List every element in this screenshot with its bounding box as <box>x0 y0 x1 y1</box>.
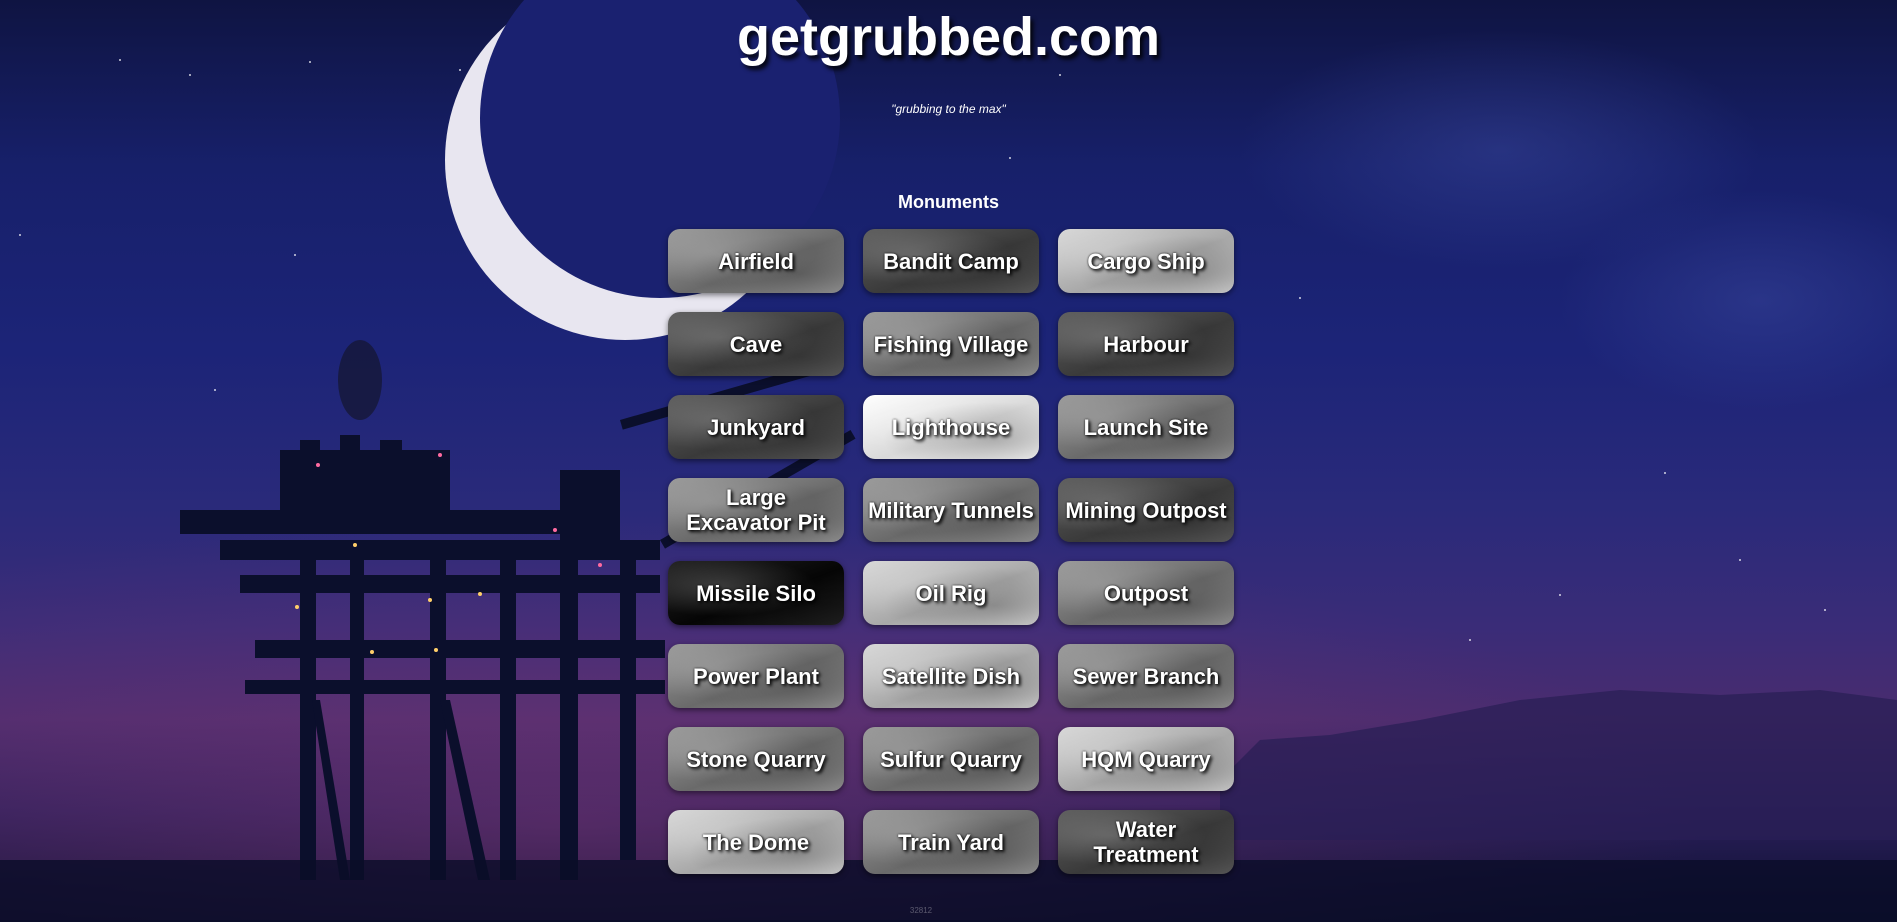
monument-label: Airfield <box>718 248 794 274</box>
monument-button-sulfur-quarry[interactable]: Sulfur Quarry <box>863 727 1039 791</box>
monument-button-sewer-branch[interactable]: Sewer Branch <box>1058 644 1234 708</box>
visitor-counter: 32812 <box>909 906 933 915</box>
monument-button-outpost[interactable]: Outpost <box>1058 561 1234 625</box>
monument-button-water-treatment[interactable]: Water Treatment <box>1058 810 1234 874</box>
monument-label: Large Excavator Pit <box>686 485 826 535</box>
monument-label: Train Yard <box>898 829 1004 855</box>
section-title-monuments: Monuments <box>898 192 999 212</box>
site-title: getgrubbed.com <box>736 7 1160 67</box>
monument-label: Bandit Camp <box>883 248 1019 274</box>
monument-button-lighthouse[interactable]: Lighthouse <box>863 395 1039 459</box>
monument-label: Oil Rig <box>915 580 987 606</box>
monument-button-junkyard[interactable]: Junkyard <box>668 395 844 459</box>
monuments-grid: Airfield Bandit Camp Cargo Ship Cave Fishing… <box>668 229 1236 874</box>
monument-label: The Dome <box>702 829 810 855</box>
monument-label: Fishing Village <box>873 331 1029 357</box>
monument-button-stone-quarry[interactable]: Stone Quarry <box>668 727 844 791</box>
monument-label: Military Tunnels <box>868 497 1034 523</box>
monument-label: Harbour <box>1103 331 1189 357</box>
monument-button-missile-silo[interactable]: Missile Silo <box>668 561 844 625</box>
monument-label: Missile Silo <box>696 580 816 606</box>
monument-button-power-plant[interactable]: Power Plant <box>668 644 844 708</box>
monument-button-train-yard[interactable]: Train Yard <box>863 810 1039 874</box>
monument-label: Cave <box>729 331 783 357</box>
monument-button-oil-rig[interactable]: Oil Rig <box>863 561 1039 625</box>
monument-button-launch-site[interactable]: Launch Site <box>1058 395 1234 459</box>
monument-label: Launch Site <box>1083 414 1209 440</box>
monument-label: Cargo Ship <box>1087 248 1205 274</box>
monument-button-satellite-dish[interactable]: Satellite Dish <box>863 644 1039 708</box>
monument-label: Water Treatment <box>1093 817 1199 867</box>
tagline: "grubbing to the max" <box>891 102 1006 116</box>
monument-label: Sewer Branch <box>1072 663 1220 689</box>
monument-button-hqm-quarry[interactable]: HQM Quarry <box>1058 727 1234 791</box>
monument-label: Sulfur Quarry <box>880 746 1022 772</box>
monument-button-the-dome[interactable]: The Dome <box>668 810 844 874</box>
monument-label: Junkyard <box>707 414 805 440</box>
monument-button-airfield[interactable]: Airfield <box>668 229 844 293</box>
monument-label: Satellite Dish <box>881 663 1021 689</box>
monument-button-harbour[interactable]: Harbour <box>1058 312 1234 376</box>
monument-label: Outpost <box>1103 580 1189 606</box>
monument-button-mining-outpost[interactable]: Mining Outpost <box>1058 478 1234 542</box>
monument-label: HQM Quarry <box>1081 746 1211 772</box>
monument-label: Mining Outpost <box>1065 497 1227 523</box>
monument-button-fishing-village[interactable]: Fishing Village <box>863 312 1039 376</box>
monument-label: Power Plant <box>693 663 819 689</box>
monument-button-cave[interactable]: Cave <box>668 312 844 376</box>
monument-button-cargo-ship[interactable]: Cargo Ship <box>1058 229 1234 293</box>
monument-button-military-tunnels[interactable]: Military Tunnels <box>863 478 1039 542</box>
monument-button-bandit-camp[interactable]: Bandit Camp <box>863 229 1039 293</box>
monument-button-large-excavator-pit[interactable]: Large Excavator Pit <box>668 478 844 542</box>
monument-label: Stone Quarry <box>686 746 826 772</box>
monument-label: Lighthouse <box>891 414 1011 440</box>
